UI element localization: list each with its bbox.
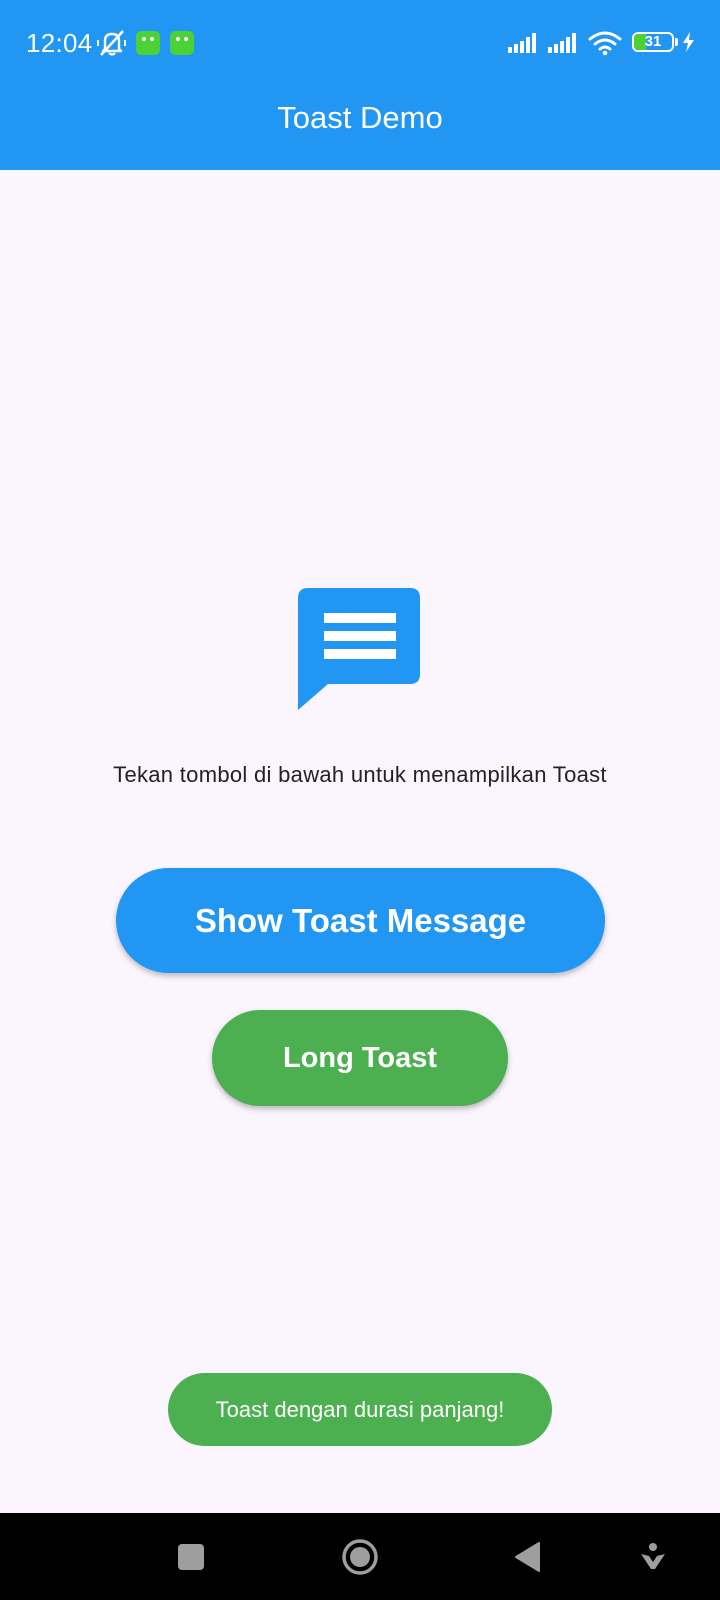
toast-message: Toast dengan durasi panjang! <box>168 1373 552 1446</box>
accessibility-icon <box>641 1542 665 1569</box>
message-icon <box>298 588 420 710</box>
home-button[interactable] <box>320 1513 400 1600</box>
home-icon <box>342 1538 378 1575</box>
instruction-text: Tekan tombol di bawah untuk menampilkan … <box>113 762 607 787</box>
page-title: Toast Demo <box>277 100 443 135</box>
signal-icon <box>548 33 576 53</box>
app-notification-icon <box>170 31 194 55</box>
app-bar: 12:04 31 Toast Demo <box>0 0 720 170</box>
long-toast-button[interactable]: Long Toast <box>212 1010 508 1106</box>
wifi-icon <box>588 31 622 56</box>
signal-icon <box>508 33 536 53</box>
battery-level: 31 <box>644 33 662 50</box>
charging-icon <box>683 32 694 52</box>
accessibility-button[interactable] <box>613 1513 693 1600</box>
show-toast-button[interactable]: Show Toast Message <box>116 868 605 973</box>
mute-vibrate-icon <box>97 30 126 56</box>
navigation-bar <box>0 1513 720 1600</box>
recents-icon <box>178 1543 204 1570</box>
battery-icon: 31 <box>632 32 674 52</box>
back-button[interactable] <box>487 1513 567 1600</box>
status-bar: 12:04 31 <box>0 0 720 85</box>
app-notification-icon <box>136 31 160 55</box>
back-icon <box>515 1541 540 1572</box>
recents-button[interactable] <box>151 1513 231 1600</box>
status-time: 12:04 <box>26 28 93 58</box>
battery-tip <box>675 38 678 46</box>
